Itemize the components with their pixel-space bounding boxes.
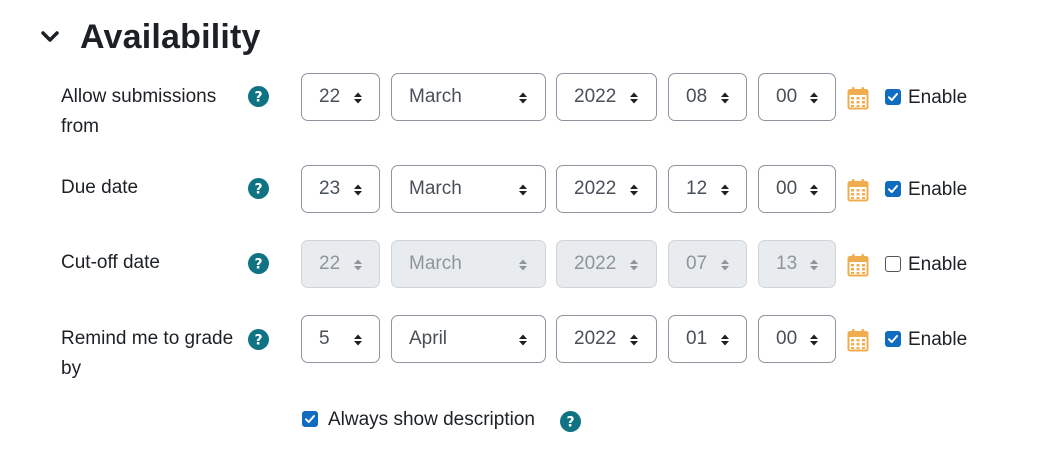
calendar-icon[interactable]: [847, 86, 869, 110]
enable-label: Enable: [908, 254, 968, 275]
minute-select[interactable]: 00: [758, 73, 836, 121]
section-title: Availability: [80, 17, 261, 56]
section-header: Availability: [38, 14, 261, 60]
day-select[interactable]: 22: [301, 73, 380, 121]
hour-select[interactable]: 01: [668, 315, 747, 363]
svg-text:?: ?: [254, 257, 262, 273]
calendar-icon[interactable]: [847, 178, 869, 202]
year-select[interactable]: 2022: [556, 73, 657, 121]
enable-label: Enable: [908, 329, 968, 350]
minute-select[interactable]: 00: [758, 165, 836, 213]
calendar-icon[interactable]: [847, 328, 869, 352]
month-select[interactable]: March: [391, 165, 546, 213]
help-icon[interactable]: ?: [248, 178, 269, 199]
enable-checkbox[interactable]: [885, 331, 901, 347]
hour-select[interactable]: 12: [668, 165, 747, 213]
enable-checkbox[interactable]: [885, 89, 901, 105]
enable-label: Enable: [908, 87, 968, 108]
year-select[interactable]: 2022: [556, 165, 657, 213]
help-icon[interactable]: ?: [248, 86, 269, 107]
chevron-down-icon[interactable]: [38, 25, 62, 49]
svg-text:?: ?: [566, 415, 574, 431]
enable-checkbox[interactable]: [885, 181, 901, 197]
minute-select[interactable]: 00: [758, 315, 836, 363]
due-date-label: Due date: [61, 177, 139, 198]
svg-text:?: ?: [254, 90, 262, 106]
day-select[interactable]: 5: [301, 315, 380, 363]
hour-select[interactable]: 08: [668, 73, 747, 121]
svg-text:?: ?: [254, 182, 262, 198]
always-show-description-checkbox[interactable]: [302, 411, 318, 427]
year-select[interactable]: 2022: [556, 315, 657, 363]
day-select: 22: [301, 240, 380, 288]
day-select[interactable]: 23: [301, 165, 380, 213]
cut-off-date-label: Cut-off date: [61, 252, 160, 273]
year-select: 2022: [556, 240, 657, 288]
minute-select: 13: [758, 240, 836, 288]
enable-label: Enable: [908, 179, 968, 200]
svg-text:?: ?: [254, 333, 262, 349]
hour-select: 07: [668, 240, 747, 288]
help-icon[interactable]: ?: [248, 329, 269, 350]
enable-checkbox[interactable]: [885, 256, 901, 272]
remind-grade-label: Remind me to grade by: [61, 328, 234, 379]
month-select: March: [391, 240, 546, 288]
calendar-icon[interactable]: [847, 253, 869, 277]
help-icon[interactable]: ?: [248, 253, 269, 274]
month-select[interactable]: March: [391, 73, 546, 121]
always-show-description-label: Always show description: [328, 409, 535, 430]
allow-submissions-label: Allow submissions from: [61, 86, 217, 137]
help-icon[interactable]: ?: [560, 411, 581, 432]
month-select[interactable]: April: [391, 315, 546, 363]
